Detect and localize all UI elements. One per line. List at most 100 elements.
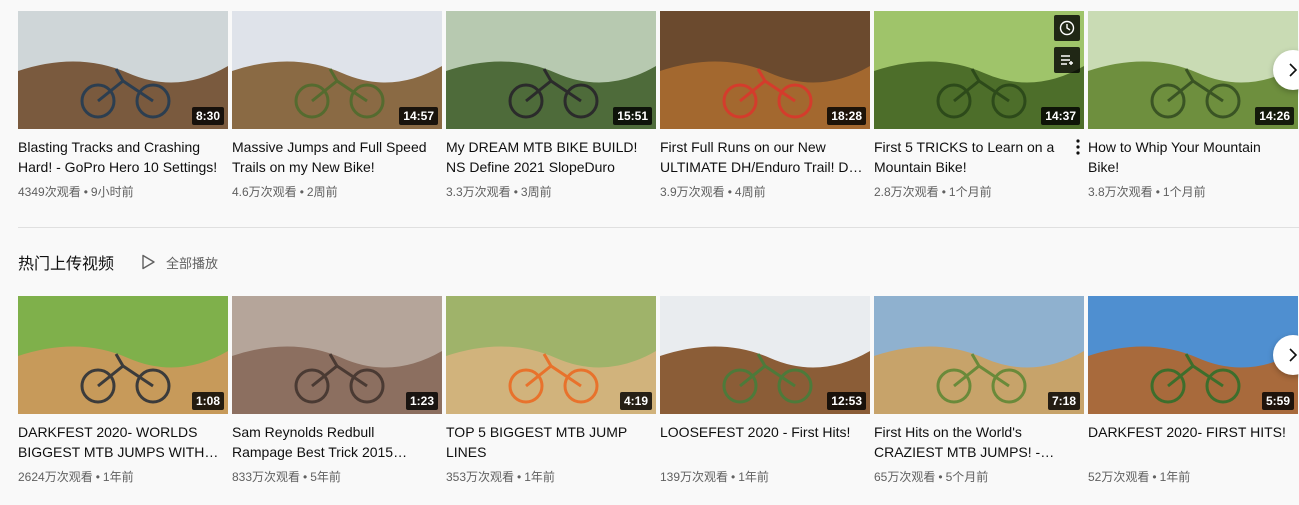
view-count: 3.3万次观看 bbox=[446, 185, 511, 199]
video-thumbnail[interactable]: 14:57 bbox=[232, 11, 442, 129]
video-metadata: 4349次观看 • 9小时前 bbox=[18, 183, 228, 201]
video-metadata: 2.8万次观看 • 1个月前 bbox=[874, 183, 1084, 201]
video-metadata: 3.3万次观看 • 3周前 bbox=[446, 183, 656, 201]
upload-age: 9小时前 bbox=[90, 185, 134, 199]
view-count: 4349次观看 bbox=[18, 185, 81, 199]
video-duration: 8:30 bbox=[191, 107, 224, 125]
video-title[interactable]: First Hits on the World's CRAZIEST MTB J… bbox=[874, 422, 1084, 462]
view-count: 4.6万次观看 bbox=[232, 185, 297, 199]
video-thumbnail[interactable]: 1:23 bbox=[232, 296, 442, 414]
video-title[interactable]: LOOSEFEST 2020 - First Hits! bbox=[660, 422, 870, 462]
upload-age: 2周前 bbox=[306, 185, 338, 199]
video-metadata: 2624万次观看 • 1年前 bbox=[18, 468, 228, 486]
video-metadata: 833万次观看 • 5年前 bbox=[232, 468, 442, 486]
play-icon bbox=[142, 254, 155, 270]
video-title[interactable]: How to Whip Your Mountain Bike! bbox=[1088, 137, 1298, 177]
upload-age: 1个月前 bbox=[948, 185, 992, 199]
more-options-icon[interactable] bbox=[1068, 135, 1088, 159]
video-duration: 7:18 bbox=[1047, 392, 1080, 410]
video-card[interactable]: 14:57 Massive Jumps and Full Speed Trails… bbox=[232, 11, 442, 201]
separator-dot: • bbox=[1152, 470, 1157, 484]
view-count: 353万次观看 bbox=[446, 470, 515, 484]
video-card[interactable]: 7:18 First Hits on the World's CRAZIEST M… bbox=[874, 296, 1084, 486]
shelf-title[interactable]: 热门上传视频 bbox=[18, 250, 114, 274]
view-count: 2624万次观看 bbox=[18, 470, 93, 484]
video-card[interactable]: 14:37 First 5 TRICKS to Learn on a Mounta… bbox=[874, 11, 1084, 201]
video-thumbnail[interactable]: 18:28 bbox=[660, 11, 870, 129]
video-metadata: 353万次观看 • 1年前 bbox=[446, 468, 656, 486]
video-thumbnail[interactable]: 14:26 bbox=[1088, 11, 1298, 129]
video-thumbnail[interactable]: 15:51 bbox=[446, 11, 656, 129]
video-metadata: 52万次观看 • 1年前 bbox=[1088, 468, 1298, 486]
video-card[interactable]: 15:51 My DREAM MTB BIKE BUILD! NS Define … bbox=[446, 11, 656, 201]
separator-dot: • bbox=[517, 470, 522, 484]
chevron-right-icon bbox=[1289, 63, 1298, 77]
video-metadata: 3.8万次观看 • 1个月前 bbox=[1088, 183, 1298, 201]
video-duration: 12:53 bbox=[827, 392, 866, 410]
video-title[interactable]: TOP 5 BIGGEST MTB JUMP LINES bbox=[446, 422, 656, 462]
view-count: 2.8万次观看 bbox=[874, 185, 939, 199]
upload-age: 4周前 bbox=[734, 185, 766, 199]
video-title[interactable]: DARKFEST 2020- WORLDS BIGGEST MTB JUMPS … bbox=[18, 422, 228, 462]
video-card[interactable]: 1:23 Sam Reynolds Redbull Rampage Best Tr… bbox=[232, 296, 442, 486]
view-count: 3.9万次观看 bbox=[660, 185, 725, 199]
shelf-divider bbox=[18, 227, 1299, 228]
separator-dot: • bbox=[941, 185, 946, 199]
video-card[interactable]: 1:08 DARKFEST 2020- WORLDS BIGGEST MTB JU… bbox=[18, 296, 228, 486]
upload-age: 1个月前 bbox=[1162, 185, 1206, 199]
video-thumbnail[interactable]: 12:53 bbox=[660, 296, 870, 414]
video-title[interactable]: Sam Reynolds Redbull Rampage Best Trick … bbox=[232, 422, 442, 462]
video-thumbnail[interactable]: 14:37 bbox=[874, 11, 1084, 129]
video-duration: 15:51 bbox=[613, 107, 652, 125]
video-duration: 14:26 bbox=[1255, 107, 1294, 125]
view-count: 139万次观看 bbox=[660, 470, 729, 484]
video-title[interactable]: My DREAM MTB BIKE BUILD! NS Define 2021 … bbox=[446, 137, 656, 177]
video-duration: 5:59 bbox=[1261, 392, 1294, 410]
separator-dot: • bbox=[1155, 185, 1160, 199]
watch-later-icon[interactable] bbox=[1054, 15, 1080, 41]
upload-age: 5年前 bbox=[310, 470, 341, 484]
upload-age: 1年前 bbox=[1159, 470, 1191, 484]
separator-dot: • bbox=[303, 470, 308, 484]
video-card[interactable]: 4:19 TOP 5 BIGGEST MTB JUMP LINES 353万次观看 •… bbox=[446, 296, 656, 486]
play-all-label: 全部播放 bbox=[166, 255, 219, 271]
video-metadata: 3.9万次观看 • 4周前 bbox=[660, 183, 870, 201]
video-card[interactable]: 12:53 LOOSEFEST 2020 - First Hits! 139万次观看… bbox=[660, 296, 870, 486]
video-thumbnail[interactable]: 7:18 bbox=[874, 296, 1084, 414]
video-card[interactable]: 8:30 Blasting Tracks and Crashing Hard! -… bbox=[18, 11, 228, 201]
view-count: 3.8万次观看 bbox=[1088, 185, 1153, 199]
video-card[interactable]: 5:59 DARKFEST 2020- FIRST HITS! 52万次观看 • 1年前 bbox=[1088, 296, 1298, 486]
video-duration: 1:23 bbox=[405, 392, 438, 410]
video-metadata: 4.6万次观看 • 2周前 bbox=[232, 183, 442, 201]
video-thumbnail[interactable]: 4:19 bbox=[446, 296, 656, 414]
upload-age: 1年前 bbox=[524, 470, 555, 484]
video-duration: 1:08 bbox=[191, 392, 224, 410]
video-row-recent: 8:30 Blasting Tracks and Crashing Hard! -… bbox=[18, 11, 1299, 201]
add-to-queue-icon[interactable] bbox=[1054, 47, 1080, 73]
view-count: 65万次观看 bbox=[874, 470, 936, 484]
separator-dot: • bbox=[95, 470, 100, 484]
video-duration: 18:28 bbox=[827, 107, 866, 125]
separator-dot: • bbox=[83, 185, 88, 199]
video-title[interactable]: First Full Runs on our New ULTIMATE DH/E… bbox=[660, 137, 870, 177]
separator-dot: • bbox=[513, 185, 518, 199]
video-title[interactable]: Blasting Tracks and Crashing Hard! - GoP… bbox=[18, 137, 228, 177]
video-duration: 14:57 bbox=[399, 107, 438, 125]
video-title[interactable]: Massive Jumps and Full Speed Trails on m… bbox=[232, 137, 442, 177]
play-all-button[interactable]: 全部播放 bbox=[140, 253, 218, 272]
video-thumbnail[interactable]: 1:08 bbox=[18, 296, 228, 414]
upload-age: 1年前 bbox=[738, 470, 769, 484]
chevron-right-icon bbox=[1289, 348, 1298, 362]
video-row-popular: 1:08 DARKFEST 2020- WORLDS BIGGEST MTB JU… bbox=[18, 296, 1299, 486]
video-thumbnail[interactable]: 8:30 bbox=[18, 11, 228, 129]
shelf-header: 热门上传视频 全部播放 bbox=[18, 251, 218, 273]
separator-dot: • bbox=[938, 470, 943, 484]
video-title[interactable]: First 5 TRICKS to Learn on a Mountain Bi… bbox=[874, 137, 1084, 177]
upload-age: 3周前 bbox=[520, 185, 552, 199]
video-title[interactable]: DARKFEST 2020- FIRST HITS! bbox=[1088, 422, 1298, 462]
video-duration: 14:37 bbox=[1041, 107, 1080, 125]
video-thumbnail[interactable]: 5:59 bbox=[1088, 296, 1298, 414]
video-card[interactable]: 14:26 How to Whip Your Mountain Bike! 3.8万… bbox=[1088, 11, 1298, 201]
video-card[interactable]: 18:28 First Full Runs on our New ULTIMATE… bbox=[660, 11, 870, 201]
video-duration: 4:19 bbox=[619, 392, 652, 410]
